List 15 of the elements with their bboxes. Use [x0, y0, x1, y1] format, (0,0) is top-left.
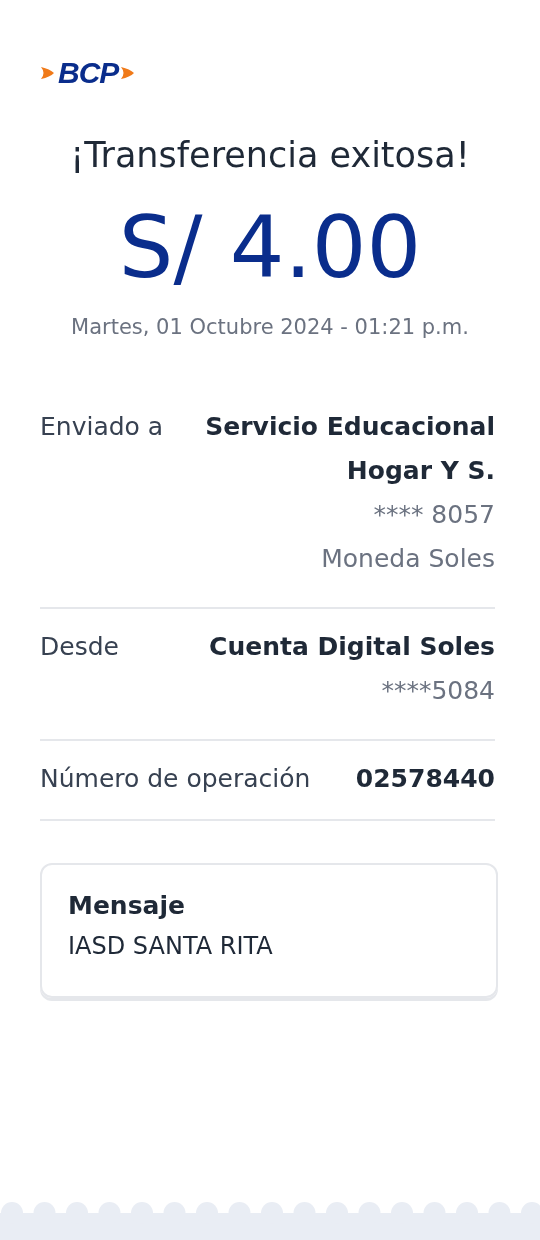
- message-text: IASD SANTA RITA: [68, 932, 274, 961]
- detail-value: Cuenta Digital Soles: [209, 631, 495, 664]
- detail-value: **** 8057: [373, 499, 495, 532]
- logo-text: BCP: [58, 56, 119, 90]
- amount: S/ 4.00: [117, 196, 423, 299]
- detail-value: Moneda Soles: [321, 543, 495, 576]
- success-title: ¡Transferencia exitosa!: [69, 134, 471, 176]
- date-time: Martes, 01 Octubre 2024 - 01:21 p.m.: [70, 315, 470, 340]
- detail-label: Enviado a: [40, 411, 164, 444]
- detail-label: Número de operación: [40, 763, 311, 796]
- detail-value: 02578440: [355, 763, 495, 796]
- message-heading: Mensaje: [68, 891, 186, 921]
- detail-value: ****5084: [381, 675, 495, 708]
- detail-value: Servicio Educacional Hogar Y S.: [204, 411, 495, 488]
- detail-label: Desde: [40, 631, 119, 664]
